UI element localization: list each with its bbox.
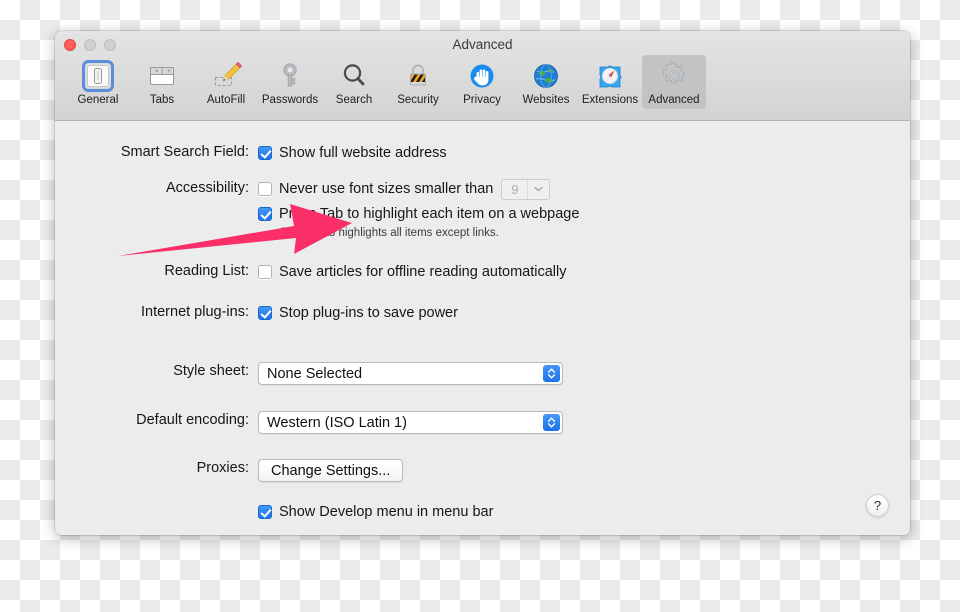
tabs-icon: × + [130,59,194,93]
label-default-encoding: Default encoding: [136,412,249,428]
checkbox-stop-plugins-save-power-box[interactable] [258,306,272,320]
chevron-down-icon [527,179,549,199]
toolbar-item-privacy[interactable]: Privacy [450,55,514,109]
label-style-sheet: Style sheet: [173,363,249,379]
row-style-sheet: Style sheet: None Selected [67,362,563,385]
toolbar-item-search[interactable]: Search [322,55,386,109]
row-internet-plugins: Internet plug-ins: Stop plug-ins to save… [67,303,458,323]
checkbox-press-tab-to-highlight[interactable]: Press Tab to highlight each item on a we… [258,204,579,224]
toolbar-label-autofill: AutoFill [206,94,246,106]
accessibility-hint-text: Option-Tab highlights all items except l… [279,227,499,239]
toolbar-label-general: General [77,94,119,106]
hand-icon [450,59,514,93]
checkbox-show-develop-menu[interactable]: Show Develop menu in menu bar [258,502,493,522]
general-icon [66,59,130,93]
globe-icon [514,59,578,93]
style-sheet-dropdown[interactable]: None Selected [258,362,563,385]
window-titlebar: Advanced General × + Tabs AutoFill Passw… [55,31,910,121]
magnifier-icon [322,59,386,93]
row-smart-search-field: Smart Search Field: Show full website ad… [67,143,447,163]
label-smart-search-field: Smart Search Field: [120,144,249,160]
default-encoding-dropdown[interactable]: Western (ISO Latin 1) [258,411,563,434]
checkbox-press-tab-to-highlight-label: Press Tab to highlight each item on a we… [279,206,580,222]
default-encoding-dropdown-value: Western (ISO Latin 1) [267,414,407,431]
toolbar-label-extensions: Extensions [581,94,639,106]
window-title: Advanced [452,37,513,52]
toolbar-label-passwords: Passwords [261,94,319,106]
toolbar-item-extensions[interactable]: Extensions [578,55,642,109]
toolbar-label-security: Security [397,94,439,106]
toolbar-item-general[interactable]: General [66,55,130,109]
checkbox-never-use-font-sizes-smaller-than-label: Never use font sizes smaller than [279,181,494,197]
key-icon [258,59,322,93]
row-proxies: Proxies: Change Settings... [67,459,404,482]
row-reading-list: Reading List: Save articles for offline … [67,262,566,282]
checkbox-save-articles-offline-box[interactable] [258,265,272,279]
checkbox-show-develop-menu-box[interactable] [258,505,272,519]
label-internet-plugins: Internet plug-ins: [140,304,249,320]
font-size-dropdown-value: 9 [511,181,519,197]
toolbar-item-security[interactable]: Security [386,55,450,109]
toolbar-label-tabs: Tabs [149,94,175,106]
toolbar-label-privacy: Privacy [463,94,501,106]
svg-text:+: + [167,68,171,75]
label-accessibility: Accessibility: [166,180,249,196]
checkbox-show-full-website-address-box[interactable] [258,146,272,160]
checkbox-stop-plugins-save-power-label: Stop plug-ins to save power [279,305,458,321]
preferences-toolbar: General × + Tabs AutoFill Passwords Sear… [66,55,706,109]
checkbox-save-articles-offline-label: Save articles for offline reading automa… [279,264,567,280]
change-settings-button[interactable]: Change Settings... [258,459,404,482]
gear-icon [642,59,706,93]
toolbar-item-passwords[interactable]: Passwords [258,55,322,109]
row-default-encoding: Default encoding: Western (ISO Latin 1) [67,411,563,434]
checkbox-show-develop-menu-label: Show Develop menu in menu bar [279,504,494,520]
puzzle-compass-icon [578,59,642,93]
row-accessibility: Accessibility: Never use font sizes smal… [67,178,579,239]
checkbox-save-articles-offline[interactable]: Save articles for offline reading automa… [258,262,566,282]
toolbar-item-autofill[interactable]: AutoFill [194,55,258,109]
style-sheet-dropdown-value: None Selected [267,365,363,382]
advanced-preferences-pane: Smart Search Field: Show full website ad… [55,121,910,535]
checkbox-never-use-font-sizes-smaller-than[interactable]: Never use font sizes smaller than 9 [258,178,579,200]
checkbox-show-full-website-address[interactable]: Show full website address [258,143,447,163]
autofill-pencil-icon [194,59,258,93]
checkbox-never-use-font-sizes-smaller-than-box[interactable] [258,182,272,196]
toolbar-label-advanced: Advanced [648,94,700,106]
help-button[interactable]: ? [866,494,889,517]
toolbar-item-websites[interactable]: Websites [514,55,578,109]
padlock-icon [386,59,450,93]
up-down-chevrons-icon [543,365,560,382]
checkbox-press-tab-to-highlight-box[interactable] [258,207,272,221]
toolbar-item-tabs[interactable]: × + Tabs [130,55,194,109]
label-proxies: Proxies: [196,460,249,476]
label-reading-list: Reading List: [164,263,249,279]
svg-text:×: × [155,69,159,75]
toolbar-label-websites: Websites [522,94,570,106]
checkbox-stop-plugins-save-power[interactable]: Stop plug-ins to save power [258,303,458,323]
font-size-dropdown[interactable]: 9 [501,178,551,200]
toolbar-label-search: Search [335,94,373,106]
safari-preferences-window: Advanced General × + Tabs AutoFill Passw… [55,31,910,535]
row-develop-menu: Show Develop menu in menu bar [67,502,493,522]
toolbar-item-advanced[interactable]: Advanced [642,55,706,109]
checkbox-show-full-website-address-label: Show full website address [279,145,447,161]
up-down-chevrons-icon [543,414,560,431]
